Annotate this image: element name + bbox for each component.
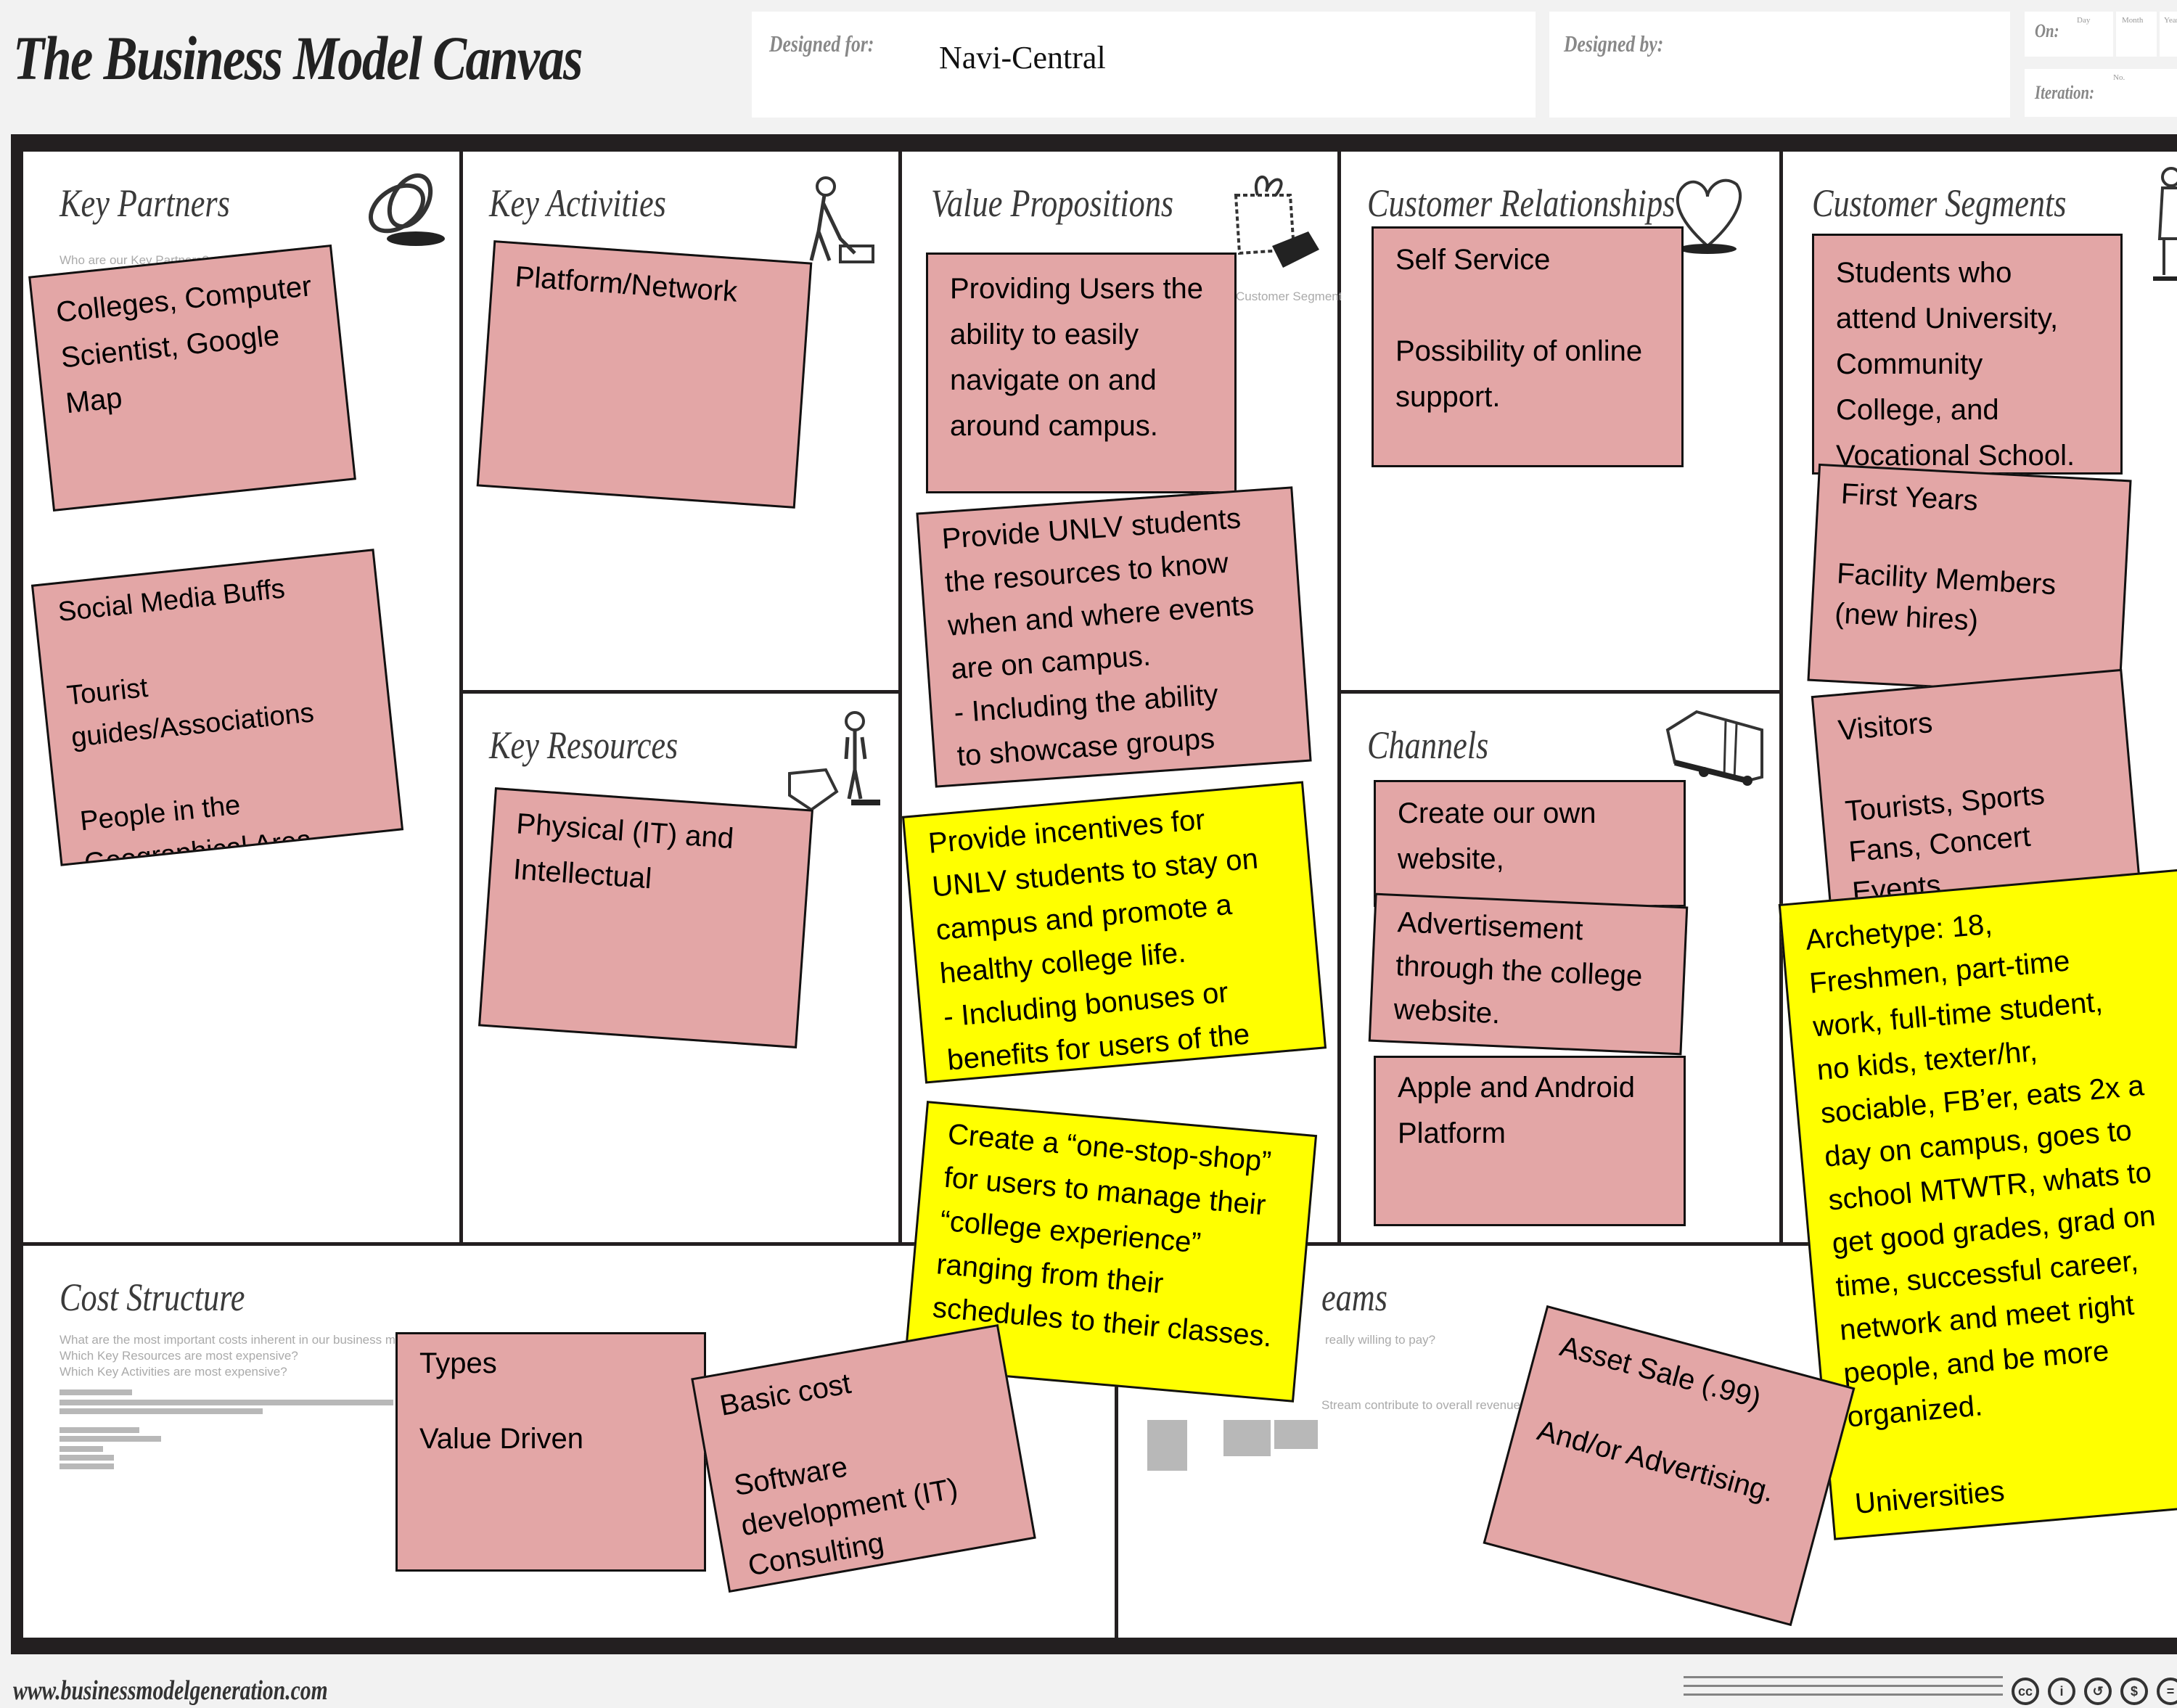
date-divider: [2157, 12, 2160, 57]
page-title: The Business Model Canvas: [13, 23, 583, 93]
date-divider: [2113, 12, 2116, 57]
sticky-note[interactable]: Types Value Driven: [395, 1332, 706, 1572]
cost-structure-hint: Which Key Resources are most expensive?: [60, 1349, 298, 1363]
nd-icon: =: [2157, 1678, 2177, 1705]
iteration-label: Iteration:: [2035, 82, 2095, 103]
iteration-no-label: No.: [2113, 73, 2125, 82]
cost-structure-title: Cost Structure: [60, 1276, 245, 1319]
on-day-label: Day: [2077, 16, 2091, 25]
person-icon: [2153, 167, 2177, 281]
channels-title: Channels: [1367, 723, 1489, 767]
sticky-note[interactable]: Apple and Android Platform: [1374, 1056, 1686, 1226]
forklift-worker-icon: [788, 711, 880, 812]
on-date-field[interactable]: On: Day Month Year: [2025, 12, 2177, 57]
cost-structure-hint: What are the most important costs inhere…: [60, 1333, 426, 1347]
fine-print: [1274, 1420, 1318, 1449]
sticky-note[interactable]: Self Service Possibility of online suppo…: [1372, 226, 1684, 467]
sticky-note[interactable]: Students who attend University, Communit…: [1812, 234, 2123, 475]
cost-structure-hint: Which Key Activities are most expensive?: [60, 1365, 287, 1379]
chain-links-icon: [368, 173, 445, 246]
nc-icon: $: [2120, 1678, 2148, 1705]
cc-icon: cc: [2012, 1678, 2039, 1705]
sticky-note[interactable]: Create our own website,: [1374, 780, 1686, 907]
on-year-label: Year: [2164, 16, 2177, 25]
designed-for-value: Navi-Central: [939, 40, 1106, 75]
sa-icon: ↺: [2084, 1678, 2112, 1705]
gift-icon: [1234, 176, 1319, 268]
designed-by-field[interactable]: Designed by:: [1549, 12, 2010, 118]
fine-print: [60, 1389, 132, 1395]
customer-segments-title: Customer Segments: [1812, 181, 2067, 225]
sticky-note[interactable]: Colleges, Computer Scientist, Google Map: [28, 244, 356, 512]
sticky-note[interactable]: Advertisement through the college websit…: [1368, 892, 1689, 1056]
sticky-note[interactable]: First Years Facility Members (new hires): [1807, 463, 2132, 698]
fine-print: [60, 1427, 139, 1433]
revenue-streams-title: eams: [1321, 1276, 1388, 1319]
sticky-note[interactable]: Social Media Buffs Tourist guides/Associ…: [30, 549, 404, 866]
key-partners-title: Key Partners: [60, 181, 230, 225]
by-icon: i: [2048, 1678, 2075, 1705]
fine-print: [1223, 1420, 1271, 1456]
sticky-note[interactable]: Provide UNLV students the resources to k…: [916, 486, 1312, 788]
key-resources-title: Key Resources: [489, 723, 678, 767]
worker-icon: [809, 176, 874, 263]
sticky-note[interactable]: Physical (IT) and Intellectual: [478, 787, 813, 1048]
fine-print: [60, 1408, 263, 1414]
iteration-field[interactable]: Iteration: No.: [2025, 69, 2177, 117]
license-fine-print: [1684, 1676, 2003, 1702]
on-month-label: Month: [2122, 16, 2144, 25]
customer-relationships-title: Customer Relationships: [1367, 181, 1676, 225]
sticky-note[interactable]: Platform/Network: [476, 240, 813, 509]
fine-print: [60, 1463, 114, 1469]
designed-by-label: Designed by:: [1564, 30, 1664, 57]
sticky-note[interactable]: Provide incentives for UNLV students to …: [901, 781, 1327, 1084]
designed-for-field[interactable]: Designed for: Navi-Central: [752, 12, 1536, 118]
fine-print: [60, 1446, 103, 1452]
footer-url[interactable]: www.businessmodelgeneration.com: [13, 1675, 328, 1707]
key-activities-title: Key Activities: [489, 181, 666, 225]
revenue-streams-hint: really willing to pay?: [1325, 1333, 1436, 1347]
fine-print: [60, 1400, 393, 1405]
fine-print: [60, 1436, 161, 1442]
value-propositions-hint: Customer Segment?: [1236, 290, 1349, 303]
designed-for-label: Designed for:: [769, 30, 874, 57]
value-propositions-title: Value Propositions: [931, 181, 1174, 225]
on-label: On:: [2035, 20, 2059, 41]
fine-print: [1147, 1420, 1187, 1471]
fine-print: [60, 1455, 114, 1461]
sticky-note[interactable]: Providing Users the ability to easily na…: [926, 252, 1237, 493]
revenue-streams-hint: Stream contribute to overall revenues?: [1321, 1398, 1533, 1412]
